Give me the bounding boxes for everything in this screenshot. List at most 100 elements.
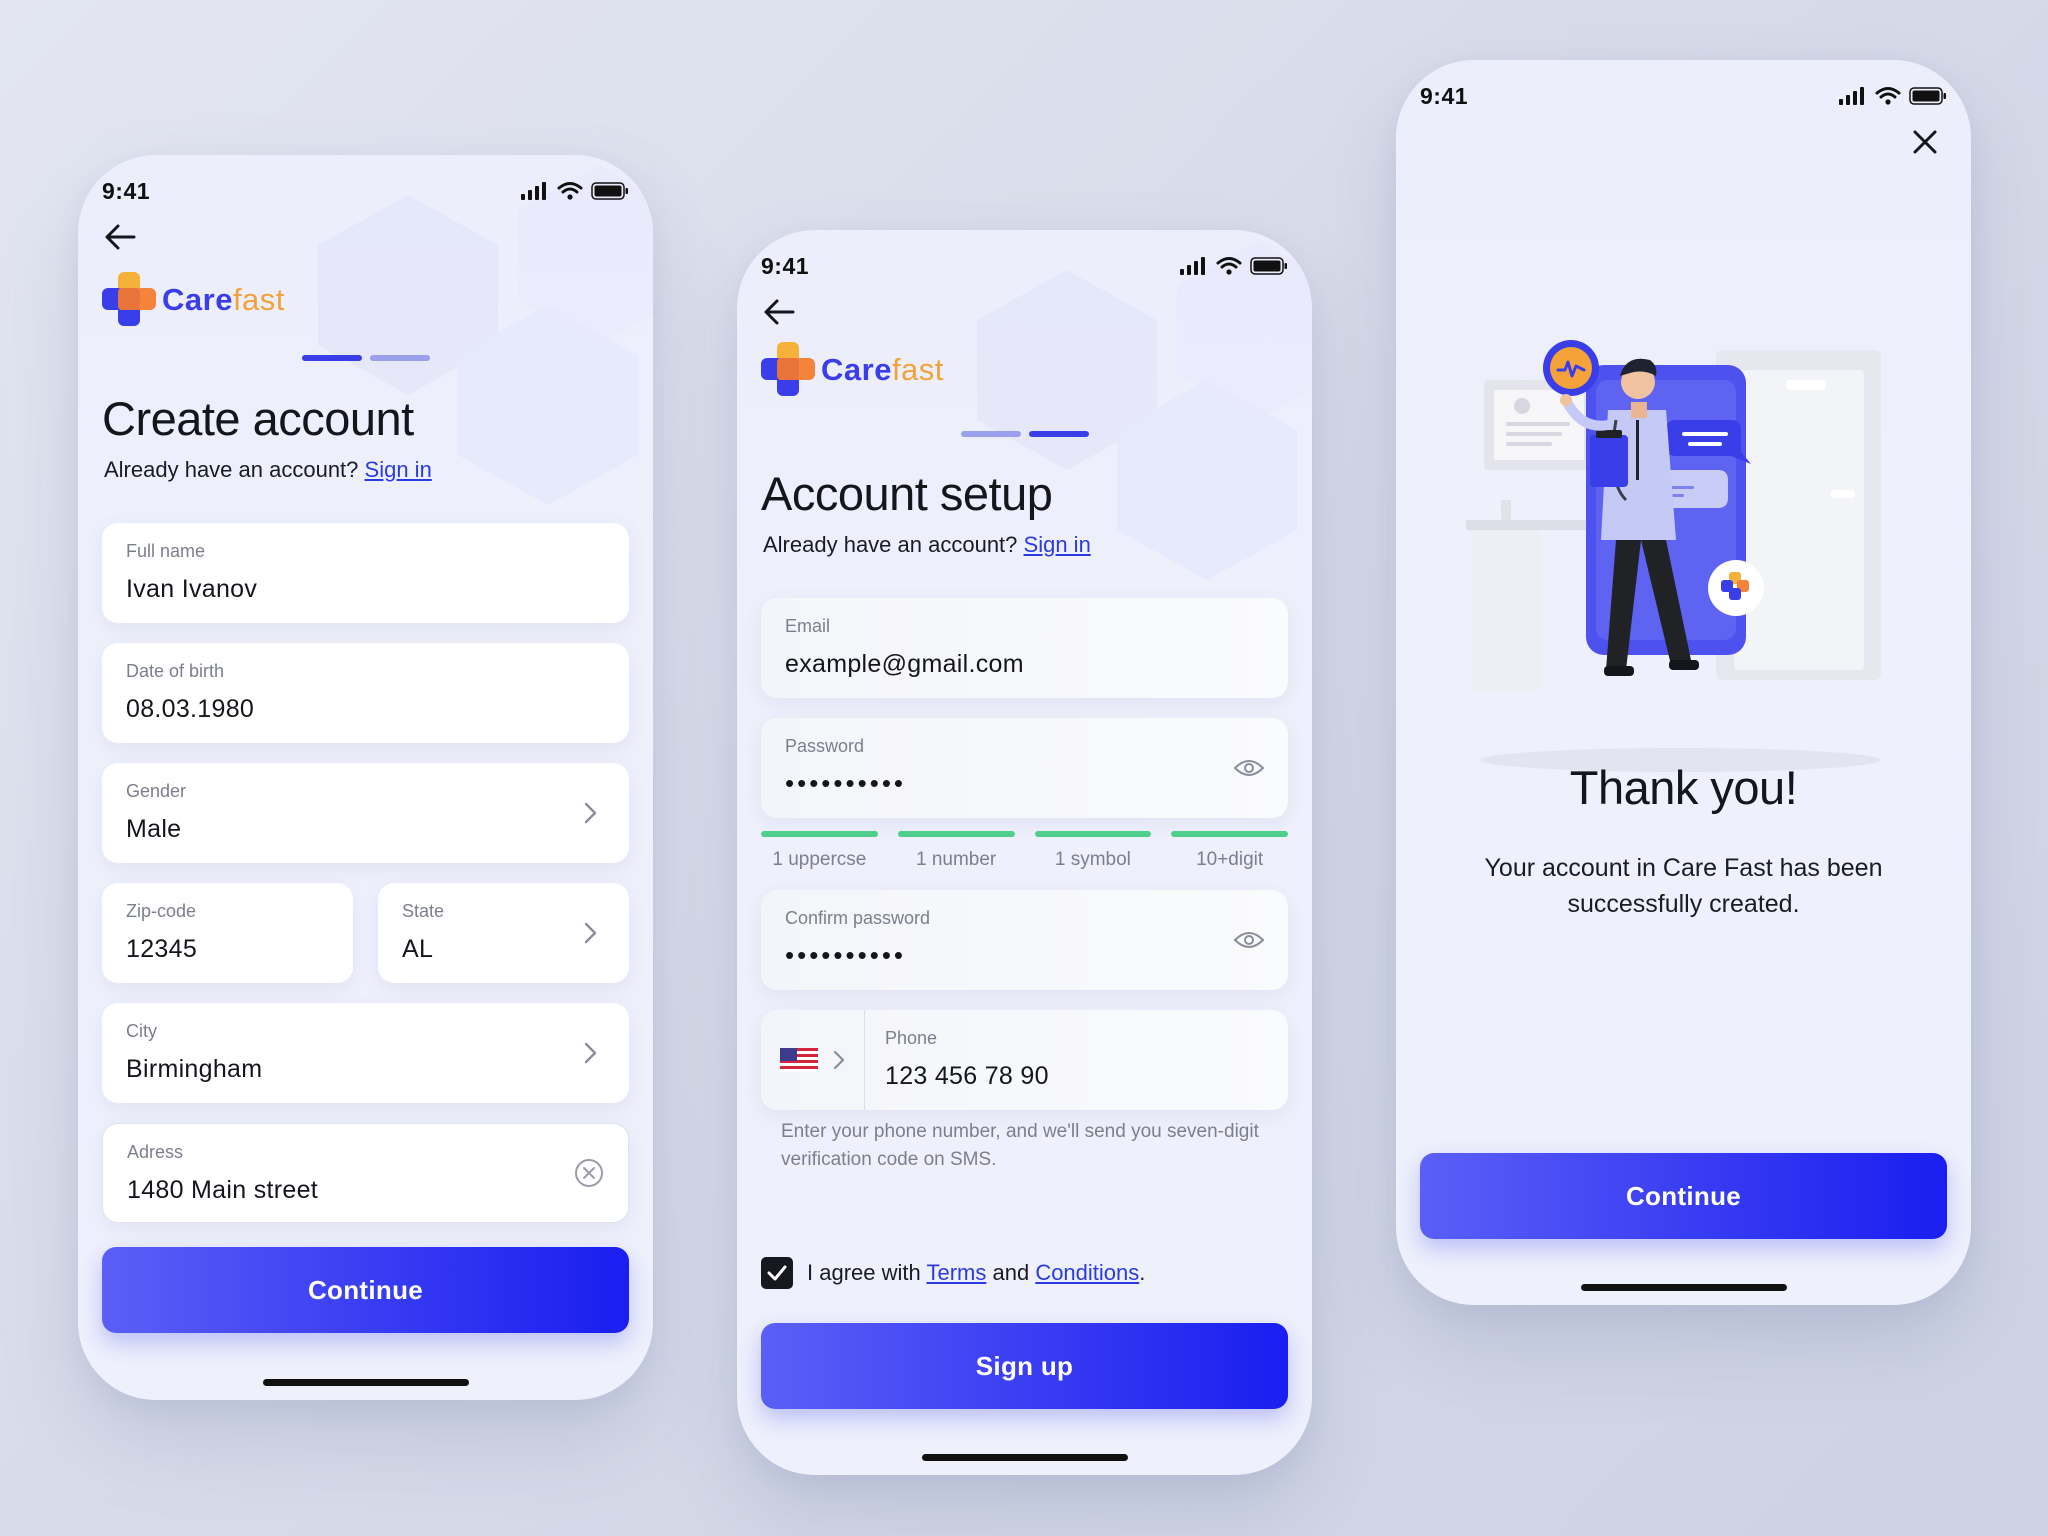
home-indicator xyxy=(1580,1284,1787,1291)
rule-number: 1 number xyxy=(897,831,1015,871)
carefast-logo-icon xyxy=(102,272,156,326)
toggle-visibility-button[interactable] xyxy=(1232,923,1266,957)
rule-label: 1 symbol xyxy=(1054,849,1131,870)
eye-icon xyxy=(1233,760,1265,776)
country-code-select[interactable] xyxy=(761,1010,865,1110)
rule-length: 10+digit xyxy=(1171,831,1288,871)
clear-button[interactable] xyxy=(572,1156,606,1190)
toggle-visibility-button[interactable] xyxy=(1232,751,1266,785)
field-value: Ivan Ivanov xyxy=(126,575,258,603)
step-1 xyxy=(960,431,1021,437)
continue-button[interactable]: Continue xyxy=(102,1247,629,1333)
field-value: AL xyxy=(402,935,434,963)
signin-prompt: Already have an account? Sign in xyxy=(104,457,432,483)
sign-in-link[interactable]: Sign in xyxy=(1024,532,1091,557)
signal-icon xyxy=(1180,257,1205,275)
field-value: example@gmail.com xyxy=(785,650,1024,678)
page-title: Account setup xyxy=(761,467,1053,520)
us-flag-icon xyxy=(779,1048,818,1072)
wifi-icon xyxy=(1875,87,1901,105)
email-field[interactable]: Email example@gmail.com xyxy=(761,598,1288,698)
step-1 xyxy=(301,355,362,361)
terms-link[interactable]: Terms xyxy=(926,1260,986,1285)
field-label: Email xyxy=(785,616,831,636)
close-icon[interactable] xyxy=(1905,122,1945,162)
city-select[interactable]: City Birmingham xyxy=(102,1003,629,1103)
rule-symbol: 1 symbol xyxy=(1034,831,1152,871)
field-value: •••••••••• xyxy=(785,940,907,970)
carefast-logo: Carefast xyxy=(759,340,944,400)
field-label: Full name xyxy=(126,541,206,561)
rule-bar xyxy=(897,831,1015,837)
checkmark-icon xyxy=(767,1265,787,1281)
field-label: Date of birth xyxy=(126,661,225,681)
rule-bar xyxy=(761,831,878,837)
signal-icon xyxy=(521,182,546,200)
gender-select[interactable]: Gender Male xyxy=(102,763,629,863)
field-value: 123 456 78 90 xyxy=(885,1062,1049,1090)
battery-icon xyxy=(1909,87,1946,105)
status-time: 9:41 xyxy=(1420,82,1469,109)
rule-label: 1 uppercse xyxy=(772,849,867,870)
signin-prompt: Already have an account? Sign in xyxy=(763,532,1091,558)
brand-fast: fast xyxy=(232,282,285,317)
back-arrow-icon[interactable] xyxy=(759,292,799,332)
field-label: Gender xyxy=(126,781,187,801)
sign-in-link[interactable]: Sign in xyxy=(365,457,432,482)
continue-button[interactable]: Continue xyxy=(1420,1153,1947,1239)
password-strength: 1 uppercse 1 number 1 symbol 10+digit xyxy=(761,831,1288,871)
back-arrow-icon[interactable] xyxy=(100,217,140,257)
carefast-logo: Carefast xyxy=(100,270,285,330)
field-value: 1480 Main street xyxy=(127,1176,319,1204)
clear-circle-icon xyxy=(575,1159,603,1187)
doctor-illustration xyxy=(1466,340,1881,772)
date-of-birth-field[interactable]: Date of birth 08.03.1980 xyxy=(102,643,629,743)
full-name-field[interactable]: Full name Ivan Ivanov xyxy=(102,523,629,623)
chevron-right-icon xyxy=(584,1042,597,1064)
confirm-password-field[interactable]: Confirm password •••••••••• xyxy=(761,890,1288,990)
status-bar: 9:41 xyxy=(102,171,629,211)
field-value: 12345 xyxy=(126,935,198,963)
step-indicator xyxy=(301,355,430,361)
home-indicator xyxy=(262,1379,469,1386)
sign-up-button[interactable]: Sign up xyxy=(761,1323,1288,1409)
brand-care: Care xyxy=(821,352,892,387)
field-value: Birmingham xyxy=(126,1055,263,1083)
create-account-screen: 9:41 Carefast Create account Already hav… xyxy=(78,155,653,1400)
signal-icon xyxy=(1839,87,1864,105)
field-value: •••••••••• xyxy=(785,768,907,798)
rule-uppercase: 1 uppercse xyxy=(761,831,878,871)
period-text: . xyxy=(1139,1260,1146,1285)
wifi-icon xyxy=(557,182,583,200)
carefast-logo-icon xyxy=(761,342,815,396)
field-value: Male xyxy=(126,815,182,843)
agree-text: I agree with xyxy=(807,1260,921,1285)
rule-label: 1 number xyxy=(915,849,997,870)
phone-field[interactable]: Phone 123 456 78 90 xyxy=(761,1010,1288,1110)
have-account-text: Already have an account? xyxy=(104,457,359,482)
address-field[interactable]: Adress 1480 Main street xyxy=(102,1123,629,1223)
battery-icon xyxy=(591,182,628,200)
field-label: Confirm password xyxy=(785,908,931,928)
state-select[interactable]: State AL xyxy=(378,883,629,983)
battery-icon xyxy=(1250,257,1287,275)
password-field[interactable]: Password •••••••••• xyxy=(761,718,1288,818)
thank-you-screen: 9:41 Thank you! Your account in Care Fas… xyxy=(1396,60,1971,1305)
field-label: Phone xyxy=(885,1028,938,1048)
and-text: and xyxy=(992,1260,1030,1285)
rule-label: 10+digit xyxy=(1196,849,1264,870)
conditions-link[interactable]: Conditions xyxy=(1035,1260,1139,1285)
chevron-right-icon xyxy=(833,1050,844,1070)
brand-care: Care xyxy=(162,282,233,317)
status-time: 9:41 xyxy=(102,177,151,204)
success-message: Your account in Care Fast has been succe… xyxy=(1484,854,1883,918)
rule-bar xyxy=(1171,831,1288,837)
step-2 xyxy=(1028,431,1089,437)
have-account-text: Already have an account? xyxy=(763,532,1018,557)
field-label: Adress xyxy=(127,1142,184,1162)
terms-checkbox[interactable] xyxy=(761,1257,793,1289)
field-label: Zip-code xyxy=(126,901,197,921)
field-label: State xyxy=(402,901,445,921)
zip-code-field[interactable]: Zip-code 12345 xyxy=(102,883,353,983)
brand-fast: fast xyxy=(891,352,944,387)
